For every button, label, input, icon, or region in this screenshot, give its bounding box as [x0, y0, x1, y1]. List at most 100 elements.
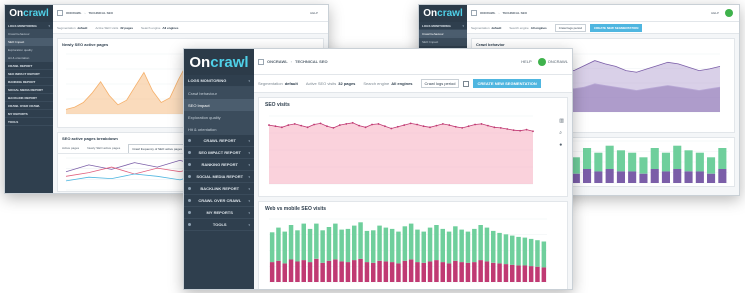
- bar-segment: [288, 225, 294, 260]
- tab-newly-active[interactable]: Newly SEO active pages: [87, 144, 120, 153]
- nav-sub-exploration-quality[interactable]: Exploration quality: [5, 46, 53, 54]
- nav-sub-crawl-behaviour[interactable]: Crawl behaviour: [419, 30, 467, 38]
- nav-label: TOOLS: [212, 222, 227, 227]
- bar-segment: [440, 228, 445, 263]
- nav-label: CRAWL REPORT: [8, 63, 33, 68]
- bar-segment: [616, 150, 625, 172]
- help-link[interactable]: HELP: [521, 59, 531, 64]
- nav-crawl-over-crawl[interactable]: CRAWL OVER CRAWL ▾: [184, 195, 254, 207]
- zoom-icon[interactable]: ⌕: [559, 130, 564, 136]
- nav-sub-crawl-behaviour[interactable]: Crawl behaviour: [5, 30, 53, 38]
- chart-type-icon[interactable]: ▥: [559, 118, 564, 124]
- bar-segment: [491, 262, 496, 282]
- data-point: [300, 124, 303, 127]
- bar-segment: [371, 230, 376, 263]
- bar-segment: [434, 260, 439, 282]
- nav-logs-monitoring[interactable]: LOGS MONITORING ▾: [419, 22, 467, 30]
- nav-backlink-report[interactable]: BACKLINK REPORT: [5, 94, 53, 102]
- data-point: [403, 124, 406, 126]
- nav-seo-impact-report[interactable]: SEO IMPACT REPORT ▾: [184, 147, 254, 159]
- bar-segment: [358, 258, 363, 282]
- nav-ranking-report[interactable]: RANKING REPORT: [5, 78, 53, 86]
- nav-seo-impact-report[interactable]: SEO IMPACT REPORT: [5, 70, 53, 78]
- segmentation-value[interactable]: default: [492, 26, 502, 30]
- nav-sub-exploration-quality[interactable]: Exploration quality: [184, 111, 254, 123]
- tab-crawl-frequency[interactable]: Crawl frequency of SEO active pages: [128, 144, 187, 153]
- bar-segment: [352, 260, 357, 282]
- data-point: [287, 124, 290, 126]
- nav-logs-monitoring[interactable]: LOGS MONITORING ▾: [5, 22, 53, 30]
- bar-segment: [446, 263, 452, 282]
- nav-label: BACKLINK REPORT: [200, 186, 240, 191]
- nav-label: RANKING REPORT: [8, 79, 36, 84]
- breadcrumb-project[interactable]: ONCRAWL: [66, 11, 82, 15]
- nav-sub-seo-impact[interactable]: SEO Impact: [5, 38, 53, 46]
- calendar-icon[interactable]: [463, 80, 470, 87]
- data-point: [313, 123, 315, 126]
- nav-logs-monitoring[interactable]: LOGS MONITORING ▾: [184, 75, 254, 87]
- data-point: [441, 123, 444, 125]
- bar-segment: [718, 169, 727, 183]
- bar-segment: [320, 262, 325, 282]
- help-link[interactable]: HELP: [711, 11, 719, 15]
- breadcrumb-separator: ›: [498, 11, 500, 15]
- nav-crawl-over-crawl[interactable]: CRAWL OVER CRAWL: [5, 102, 53, 110]
- nav-tools[interactable]: TOOLS: [5, 118, 53, 126]
- nav-my-reports[interactable]: MY REPORTS ▾: [184, 207, 254, 219]
- bar-segment: [541, 267, 547, 282]
- project-icon: [258, 58, 264, 65]
- nav-ranking-report[interactable]: RANKING REPORT ▾: [184, 159, 254, 171]
- nav-sub-hit-orientation[interactable]: Hit & orientation: [184, 123, 254, 135]
- logo-rest: crawl: [210, 53, 249, 71]
- period-select[interactable]: Crawl logs period: [420, 79, 460, 88]
- create-segmentation-button[interactable]: CREATE NEW SEGMENTATION: [473, 79, 541, 88]
- segmentation-value[interactable]: default: [78, 26, 88, 30]
- nav-label: SEO Impact: [188, 102, 210, 108]
- nav-social-media-report[interactable]: SOCIAL MEDIA REPORT: [5, 86, 53, 94]
- info-icon[interactable]: ●: [559, 142, 564, 148]
- bar-segment: [707, 173, 716, 183]
- bar-segment: [571, 157, 580, 174]
- nav-label: SEO IMPACT REPORT: [8, 71, 40, 76]
- bar-segment: [522, 265, 528, 282]
- engines-value[interactable]: All engines: [531, 26, 547, 30]
- logo[interactable]: On crawl: [184, 49, 254, 75]
- engines-value[interactable]: All engines: [391, 81, 412, 86]
- logo[interactable]: On crawl: [5, 5, 53, 22]
- bar-segment: [314, 258, 319, 282]
- tab-active-pages[interactable]: Active pages: [62, 144, 79, 153]
- engines-value[interactable]: All engines: [162, 26, 178, 30]
- bar-segment: [358, 222, 363, 259]
- chevron-down-icon: ▾: [248, 174, 250, 179]
- help-link[interactable]: HELP: [310, 11, 318, 15]
- bar-segment: [282, 263, 287, 282]
- nav-sub-hit-orientation[interactable]: Hit & orientation: [5, 54, 53, 62]
- nav-label: RANKING REPORT: [201, 162, 238, 167]
- user-menu[interactable]: ONCRAWL: [537, 57, 568, 66]
- bar-segment: [339, 261, 344, 282]
- nav-tools[interactable]: TOOLS ▾: [184, 219, 254, 231]
- bar-segment: [421, 231, 426, 263]
- data-point: [493, 126, 496, 129]
- backlink-icon: [188, 187, 191, 190]
- nav-backlink-report[interactable]: BACKLINK REPORT ▾: [184, 183, 254, 195]
- nav-crawl-report[interactable]: CRAWL REPORT ▾: [184, 135, 254, 147]
- create-segmentation-button[interactable]: CREATE NEW SEGMENTATION: [589, 23, 643, 32]
- nav-sub-seo-impact[interactable]: SEO Impact: [419, 38, 467, 46]
- logo[interactable]: On crawl: [419, 5, 467, 22]
- segmentation-value[interactable]: default: [285, 81, 298, 86]
- nav-sub-seo-impact[interactable]: SEO Impact: [184, 99, 254, 111]
- period-select[interactable]: Crawl logs period: [554, 23, 586, 32]
- nav-sub-crawl-behaviour[interactable]: Crawl behaviour: [184, 87, 254, 99]
- composite-screenshot: On crawl LOGS MONITORING ▾ Crawl behaviour…: [0, 0, 745, 293]
- breadcrumb-project[interactable]: ONCRAWL: [480, 11, 496, 15]
- user-menu[interactable]: [725, 9, 735, 17]
- data-point: [487, 124, 489, 127]
- nav-my-reports[interactable]: MY REPORTS: [5, 110, 53, 118]
- bar-segment: [371, 262, 376, 282]
- nav-crawl-report[interactable]: CRAWL REPORT: [5, 62, 53, 70]
- nav-social-media-report[interactable]: SOCIAL MEDIA REPORT ▾: [184, 171, 254, 183]
- filter-bar: Segmentation default Active SEO visits 3…: [254, 75, 572, 93]
- breadcrumb-project[interactable]: ONCRAWL: [267, 59, 288, 64]
- bar-segment: [421, 262, 426, 282]
